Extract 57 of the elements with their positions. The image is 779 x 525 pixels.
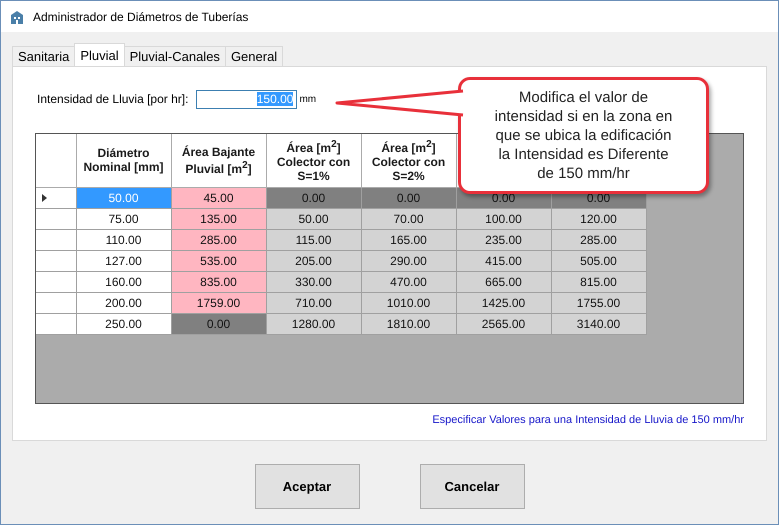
tab[interactable]: Sanitaria <box>12 46 76 66</box>
unit-label: mm <box>299 94 316 104</box>
building-icon <box>9 8 25 24</box>
table-cell: 160.00 <box>76 271 171 292</box>
table-cell: 250.00 <box>76 313 171 334</box>
table-cell: 665.00 <box>456 271 551 292</box>
table-cell: 1759.00 <box>171 292 266 313</box>
table-cell: 1280.00 <box>266 313 361 334</box>
table-cell: 135.00 <box>171 208 266 229</box>
table-cell: 235.00 <box>456 229 551 250</box>
table-cell: 165.00 <box>361 229 456 250</box>
table-cell: 1810.00 <box>361 313 456 334</box>
column-header[interactable]: Área [m$^{2}$] Colector con S=1% <box>266 134 361 187</box>
table-cell: 115.00 <box>266 229 361 250</box>
table-cell: 0.00 <box>361 187 456 208</box>
table-cell: 285.00 <box>551 229 646 250</box>
table-cell: 200.00 <box>76 292 171 313</box>
table-cell: 815.00 <box>551 271 646 292</box>
table-cell: 205.00 <box>266 250 361 271</box>
window-title: Administrador de Diámetros de Tuberías <box>33 10 248 24</box>
table-cell: 2565.00 <box>456 313 551 334</box>
tab[interactable]: Pluvial <box>74 43 125 66</box>
table-cell: 0.00 <box>171 313 266 334</box>
column-header[interactable]: Área [m$^{2}$] Colector con S=2% <box>361 134 456 187</box>
table-cell: 50.00 <box>266 208 361 229</box>
table-cell: 290.00 <box>361 250 456 271</box>
table-cell: 0.00 <box>266 187 361 208</box>
field-label: Intensidad de Lluvia [por hr]: <box>37 92 188 106</box>
column-header[interactable]: Área Bajante Pluvial [m$^{2}$] <box>171 134 266 187</box>
table-cell: 127.00 <box>76 250 171 271</box>
table-cell: 285.00 <box>171 229 266 250</box>
table-cell: 330.00 <box>266 271 361 292</box>
table-cell: 75.00 <box>76 208 171 229</box>
table-cell: 505.00 <box>551 250 646 271</box>
specify-values-link[interactable]: Especificar Valores para una Intensidad de Lluvia de 150 mm/hr <box>432 414 744 426</box>
table-cell: 120.00 <box>551 208 646 229</box>
dialog-button[interactable]: Cancelar <box>420 464 524 509</box>
table-cell: 110.00 <box>76 229 171 250</box>
table-cell: 70.00 <box>361 208 456 229</box>
row-header[interactable] <box>36 187 76 208</box>
table-cell: 1755.00 <box>551 292 646 313</box>
hint-tooltip: Modifica el valor de intensidad si en la zona en que se ubica la edificación la Intensidad es Diferente de 150 mm/hr <box>458 77 709 194</box>
dialog-button[interactable]: Aceptar <box>254 464 360 509</box>
table-cell: 50.00 <box>76 187 171 208</box>
tab[interactable]: General <box>224 46 284 66</box>
table-cell: 3140.00 <box>551 313 646 334</box>
table-cell: 45.00 <box>171 187 266 208</box>
table-cell: 415.00 <box>456 250 551 271</box>
table-cell: 470.00 <box>361 271 456 292</box>
row-pointer-icon <box>42 194 47 202</box>
table-cell: 1425.00 <box>456 292 551 313</box>
table-cell: 100.00 <box>456 208 551 229</box>
table-cell: 1010.00 <box>361 292 456 313</box>
table-cell: 710.00 <box>266 292 361 313</box>
column-header[interactable]: Diámetro Nominal [mm] <box>76 134 171 187</box>
table-cell: 535.00 <box>171 250 266 271</box>
table-cell: 835.00 <box>171 271 266 292</box>
